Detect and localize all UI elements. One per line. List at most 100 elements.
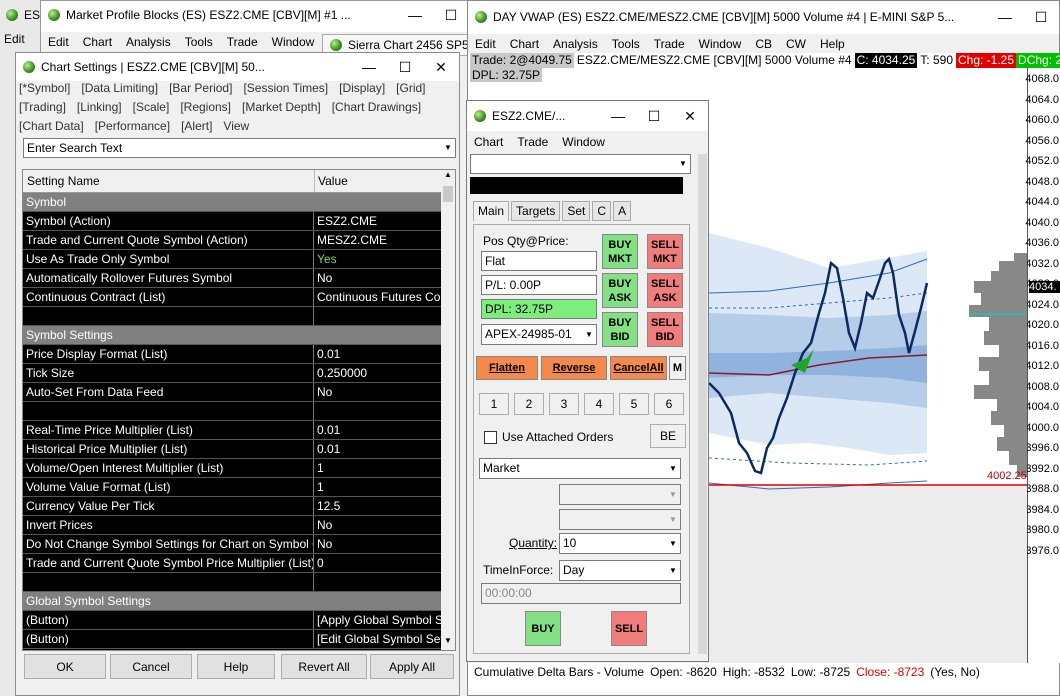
search-input[interactable]: Enter Search Text ▼ (23, 138, 456, 158)
order-type-select[interactable]: Market ▼ (479, 458, 681, 479)
setting-value[interactable]: [Apply Global Symbol S (314, 611, 441, 629)
tab-trading[interactable]: [Trading] (19, 100, 66, 114)
settings-row[interactable]: Automatically Rollover Futures Symbol No (23, 269, 441, 288)
settings-row[interactable]: Symbol (Action) ESZ2.CME (23, 212, 441, 231)
setting-value[interactable]: No (314, 535, 441, 553)
maximize-icon[interactable]: ☐ (1023, 9, 1059, 26)
tab-chart-data[interactable]: [Chart Data] (19, 119, 84, 133)
cancel-all-button[interactable]: CancelAll (610, 356, 667, 380)
chevron-down-icon[interactable]: ▼ (676, 155, 690, 173)
chevron-down-icon[interactable]: ▼ (666, 459, 680, 478)
revert-all-button[interactable]: Revert All (281, 654, 367, 679)
menu-help[interactable]: Help (813, 37, 852, 51)
chevron-down-icon[interactable]: ▼ (441, 139, 455, 157)
help-button[interactable]: Help (197, 654, 275, 679)
settings-row[interactable]: Trade and Current Quote Symbol Price Mul… (23, 554, 441, 573)
quantity-preset-6-button[interactable]: 6 (654, 393, 684, 415)
chevron-down-icon[interactable]: ▼ (666, 510, 680, 529)
chevron-down-icon[interactable]: ▼ (666, 485, 680, 504)
setting-value[interactable]: No (314, 383, 441, 401)
quantity-preset-2-button[interactable]: 2 (514, 393, 544, 415)
tab-scale[interactable]: [Scale] (133, 100, 170, 114)
quantity-field[interactable]: 10 ▼ (559, 533, 681, 554)
minimize-icon[interactable]: — (987, 9, 1023, 25)
tab-targets[interactable]: Targets (511, 201, 561, 221)
tab-c[interactable]: C (592, 201, 612, 221)
m-button[interactable]: M (669, 356, 686, 380)
quantity-preset-5-button[interactable]: 5 (619, 393, 649, 415)
menu-cb[interactable]: CB (748, 37, 779, 51)
buy-bid-button[interactable]: BUY BID (602, 312, 638, 347)
menu-analysis[interactable]: Analysis (546, 37, 605, 51)
ok-button[interactable]: OK (24, 654, 106, 679)
settings-scrollbar[interactable]: ▲ ▼ (441, 170, 455, 650)
settings-row[interactable]: Historical Price Multiplier (List) 0.01 (23, 440, 441, 459)
setting-value[interactable]: 1 (314, 478, 441, 496)
tab-main[interactable]: Main (473, 201, 510, 221)
menu-trade[interactable]: Trade (510, 135, 555, 149)
quantity-preset-1-button[interactable]: 1 (479, 393, 509, 415)
menu-window[interactable]: Window (555, 135, 612, 149)
settings-row[interactable]: Currency Value Per Tick 12.5 (23, 497, 441, 516)
price-select-2[interactable]: ▼ (559, 509, 681, 530)
close-icon[interactable]: ✕ (423, 59, 459, 76)
settings-row[interactable]: Trade and Current Quote Symbol (Action) M… (23, 231, 441, 250)
be-button[interactable]: BE (650, 424, 686, 448)
menu-trade[interactable]: Trade (220, 35, 265, 49)
maximize-icon[interactable]: ☐ (387, 59, 423, 76)
apply-all-button[interactable]: Apply All (370, 654, 454, 679)
chart-settings-titlebar[interactable]: Chart Settings | ESZ2.CME [CBV][M] 50...… (16, 53, 459, 81)
minimize-icon[interactable]: — (397, 7, 433, 23)
menu-tools[interactable]: Tools (178, 35, 220, 49)
settings-row[interactable]: Use As Trade Only Symbol Yes (23, 250, 441, 269)
tab-display[interactable]: [Display] (339, 81, 385, 95)
setting-value[interactable]: No (314, 269, 441, 287)
quantity-preset-3-button[interactable]: 3 (549, 393, 579, 415)
cancel-button[interactable]: Cancel (110, 654, 192, 679)
settings-row[interactable]: Tick Size 0.250000 (23, 364, 441, 383)
time-field[interactable]: 00:00:00 (481, 583, 681, 604)
buy-button[interactable]: BUY (525, 611, 561, 646)
settings-row[interactable]: Invert Prices No (23, 516, 441, 535)
settings-row[interactable]: Volume Value Format (List) 1 (23, 478, 441, 497)
time-in-force-select[interactable]: Day ▼ (559, 560, 681, 581)
sell-market-button[interactable]: SELL MKT (647, 234, 683, 269)
maximize-icon[interactable]: ☐ (433, 7, 469, 24)
menu-chart[interactable]: Chart (503, 37, 546, 51)
settings-row[interactable]: Continuous Contract (List) Continuous Fut… (23, 288, 441, 307)
tab-market-depth[interactable]: [Market Depth] (242, 100, 321, 114)
tab-a[interactable]: A (613, 201, 632, 221)
buy-ask-button[interactable]: BUY ASK (602, 273, 638, 308)
setting-value[interactable]: No (314, 516, 441, 534)
tab-symbol[interactable]: [*Symbol] (19, 81, 70, 95)
menu-chart[interactable]: Chart (76, 35, 119, 49)
setting-value[interactable]: 0 (314, 554, 441, 572)
tab-session-times[interactable]: [Session Times] (243, 81, 328, 95)
setting-value[interactable]: MESZ2.CME (314, 231, 441, 249)
attached-orders-checkbox[interactable] (484, 431, 497, 444)
setting-value[interactable]: ESZ2.CME (314, 212, 441, 230)
settings-row[interactable]: Volume/Open Interest Multiplier (List) 1 (23, 459, 441, 478)
settings-row[interactable]: (Button) [Edit Global Symbol Set (23, 630, 441, 649)
scroll-down-icon[interactable]: ▼ (441, 636, 455, 650)
tab-performance[interactable]: [Performance] (95, 119, 170, 133)
reverse-button[interactable]: Reverse (541, 356, 607, 380)
setting-value[interactable]: 1 (314, 459, 441, 477)
account-select[interactable]: APEX-24985-01 ▼ (481, 324, 597, 345)
tab-set[interactable]: Set (562, 201, 591, 221)
scroll-up-icon[interactable]: ▲ (441, 170, 455, 184)
background-edit-menu[interactable]: Edit (4, 32, 25, 46)
setting-value[interactable]: 12.5 (314, 497, 441, 515)
chevron-down-icon[interactable]: ▼ (666, 561, 680, 580)
chevron-down-icon[interactable]: ▼ (666, 534, 680, 553)
quantity-preset-4-button[interactable]: 4 (584, 393, 614, 415)
menu-analysis[interactable]: Analysis (119, 35, 178, 49)
market-profile-titlebar[interactable]: Market Profile Blocks (ES) ESZ2.CME [CBV… (41, 1, 469, 29)
trade-window-titlebar[interactable]: ESZ2.CME/... — ☐ ✕ (467, 101, 708, 131)
menu-trade[interactable]: Trade (647, 37, 692, 51)
setting-value[interactable]: 0.01 (314, 440, 441, 458)
setting-value[interactable]: 0.01 (314, 345, 441, 363)
settings-row[interactable]: Real-Time Price Multiplier (List) 0.01 (23, 421, 441, 440)
settings-row[interactable]: Price Display Format (List) 0.01 (23, 345, 441, 364)
menu-edit[interactable]: Edit (41, 35, 76, 49)
